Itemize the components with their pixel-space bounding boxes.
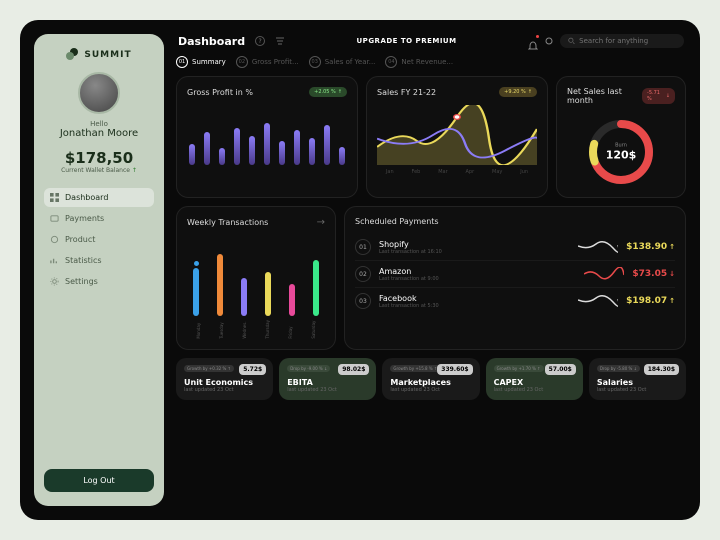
gross-title: Gross Profit in % [187,88,253,97]
tabs: 01Summary 02Gross Profit... 03Sales of Y… [176,56,686,68]
stat-name: Marketplaces [390,378,471,387]
payment-index: 02 [355,266,371,282]
tab-sales-year[interactable]: 03Sales of Year... [309,56,376,68]
weekly-days: MondayTuesdayWednes.ThursdayFridaySaturd… [187,320,325,339]
payment-row[interactable]: 03 FacebookLast transaction at 5:30 $198… [355,288,675,314]
help-icon[interactable]: ? [255,36,265,46]
payment-index: 01 [355,239,371,255]
payments-title: Scheduled Payments [355,217,439,226]
nav-settings[interactable]: Settings [44,272,154,291]
sales-chart [377,105,537,165]
sales-title: Sales FY 21-22 [377,88,436,97]
stat-sub: last updated 23 Oct [184,387,265,393]
settings-icon[interactable] [544,36,554,46]
payment-name: Amazon [379,267,576,276]
stat-sub: last updated 23 Oct [494,387,575,393]
netsales-title: Net Sales last month [567,87,642,105]
payment-amount: $73.05↓ [632,269,675,279]
stat-card[interactable]: Growth by +1.70 % ↑ 57.00$ CAPEX last up… [486,358,583,400]
search-icon [568,37,575,45]
nav-statistics[interactable]: Statistics [44,251,154,270]
username: Jonathan Moore [60,128,138,139]
chart-icon [50,256,59,265]
sales-badge: +9.20 % ↑ [499,87,537,97]
bell-icon[interactable] [528,36,538,46]
stat-sub: last updated 23 Oct [597,387,678,393]
stat-value: 184.30$ [644,364,679,375]
payment-name: Facebook [379,294,570,303]
gross-profit-card: Gross Profit in % +2.05 % ↑ [176,76,358,198]
stat-name: Salaries [597,378,678,387]
sparkline [578,294,618,308]
stat-value: 98.02$ [338,364,369,375]
stat-value: 339.60$ [437,364,472,375]
payments-card: Scheduled Payments 01 ShopifyLast transa… [344,206,686,350]
payment-sub: Last transaction at 5:30 [379,303,570,309]
brand-name: SUMMIT [84,50,131,60]
nav-dashboard[interactable]: Dashboard [44,188,154,207]
stat-value: 57.00$ [545,364,576,375]
sidebar: SUMMIT Hello Jonathan Moore $178,50 Curr… [34,34,164,506]
tab-net-revenue[interactable]: 04Net Revenue... [385,56,453,68]
burn-gauge: Burn120$ [586,117,656,187]
weekly-bars: .wbar:nth-child(1)::after{background:#3a… [187,236,325,316]
payment-name: Shopify [379,240,570,249]
box-icon [50,235,59,244]
stat-card[interactable]: Drop by -9.00 % ↓ 98.02$ EBITA last upda… [279,358,376,400]
filter-icon[interactable] [275,36,285,46]
stat-card[interactable]: Drop by -5.80 % ↓ 184.30$ Salaries last … [589,358,686,400]
tab-gross-profit[interactable]: 02Gross Profit... [236,56,299,68]
payment-sub: Last transaction at 16:10 [379,249,570,255]
sales-fy-card: Sales FY 21-22 +9.20 % ↑ JanFebMarAprMayJ… [366,76,548,198]
stat-sub: last updated 23 Oct [390,387,471,393]
gear-icon [50,277,59,286]
nav: Dashboard Payments Product Statistics Se… [44,188,154,469]
payment-row[interactable]: 01 ShopifyLast transaction at 16:10 $138… [355,234,675,261]
sales-months: JanFebMarAprMayJun [377,169,537,175]
payment-amount: $198.07↑ [626,296,675,306]
gross-badge: +2.05 % ↑ [309,87,347,97]
upgrade-cta[interactable]: UPGRADE TO PREMIUM [295,37,518,45]
hello-label: Hello [90,120,108,128]
stat-value: 5.72$ [239,364,266,375]
wallet-balance: $178,50 [65,149,133,167]
gross-bars [187,105,347,165]
avatar[interactable] [78,72,120,114]
weekly-title: Weekly Transactions [187,218,268,227]
stats-row: Growth by +0.32 % ↑ 5.72$ Unit Economics… [176,358,686,400]
net-sales-card: Net Sales last month-5.71 % ↓ Burn120$ [556,76,686,198]
logo-icon [66,48,80,62]
nav-payments[interactable]: Payments [44,209,154,228]
logo: SUMMIT [66,48,131,62]
main: Dashboard ? UPGRADE TO PREMIUM 01Summary… [176,34,686,506]
stat-name: Unit Economics [184,378,265,387]
stat-name: EBITA [287,378,368,387]
arrow-right-icon[interactable]: → [317,217,325,228]
payment-amount: $138.90↑ [626,242,675,252]
nav-product[interactable]: Product [44,230,154,249]
wallet-balance-label: Current Wallet Balance ↑ [61,167,137,174]
stat-card[interactable]: Growth by +15.8 % ↑ 339.60$ Marketplaces… [382,358,479,400]
logout-button[interactable]: Log Out [44,469,154,492]
payment-sub: Last transaction at 9:00 [379,276,576,282]
payment-index: 03 [355,293,371,309]
topbar: Dashboard ? UPGRADE TO PREMIUM [176,34,686,48]
stat-name: CAPEX [494,378,575,387]
grid-icon [50,193,59,202]
weekly-card: Weekly Transactions → .wbar:nth-child(1):… [176,206,336,350]
page-title: Dashboard [178,35,245,48]
payment-row[interactable]: 02 AmazonLast transaction at 9:00 $73.05… [355,261,675,288]
sparkline [578,240,618,254]
stat-sub: last updated 23 Oct [287,387,368,393]
search-box[interactable] [560,34,684,48]
sparkline [584,267,624,281]
tab-summary[interactable]: 01Summary [176,56,226,68]
netsales-badge: -5.71 % ↓ [642,88,675,104]
wallet-icon [50,214,59,223]
search-input[interactable] [579,37,676,45]
stat-card[interactable]: Growth by +0.32 % ↑ 5.72$ Unit Economics… [176,358,273,400]
